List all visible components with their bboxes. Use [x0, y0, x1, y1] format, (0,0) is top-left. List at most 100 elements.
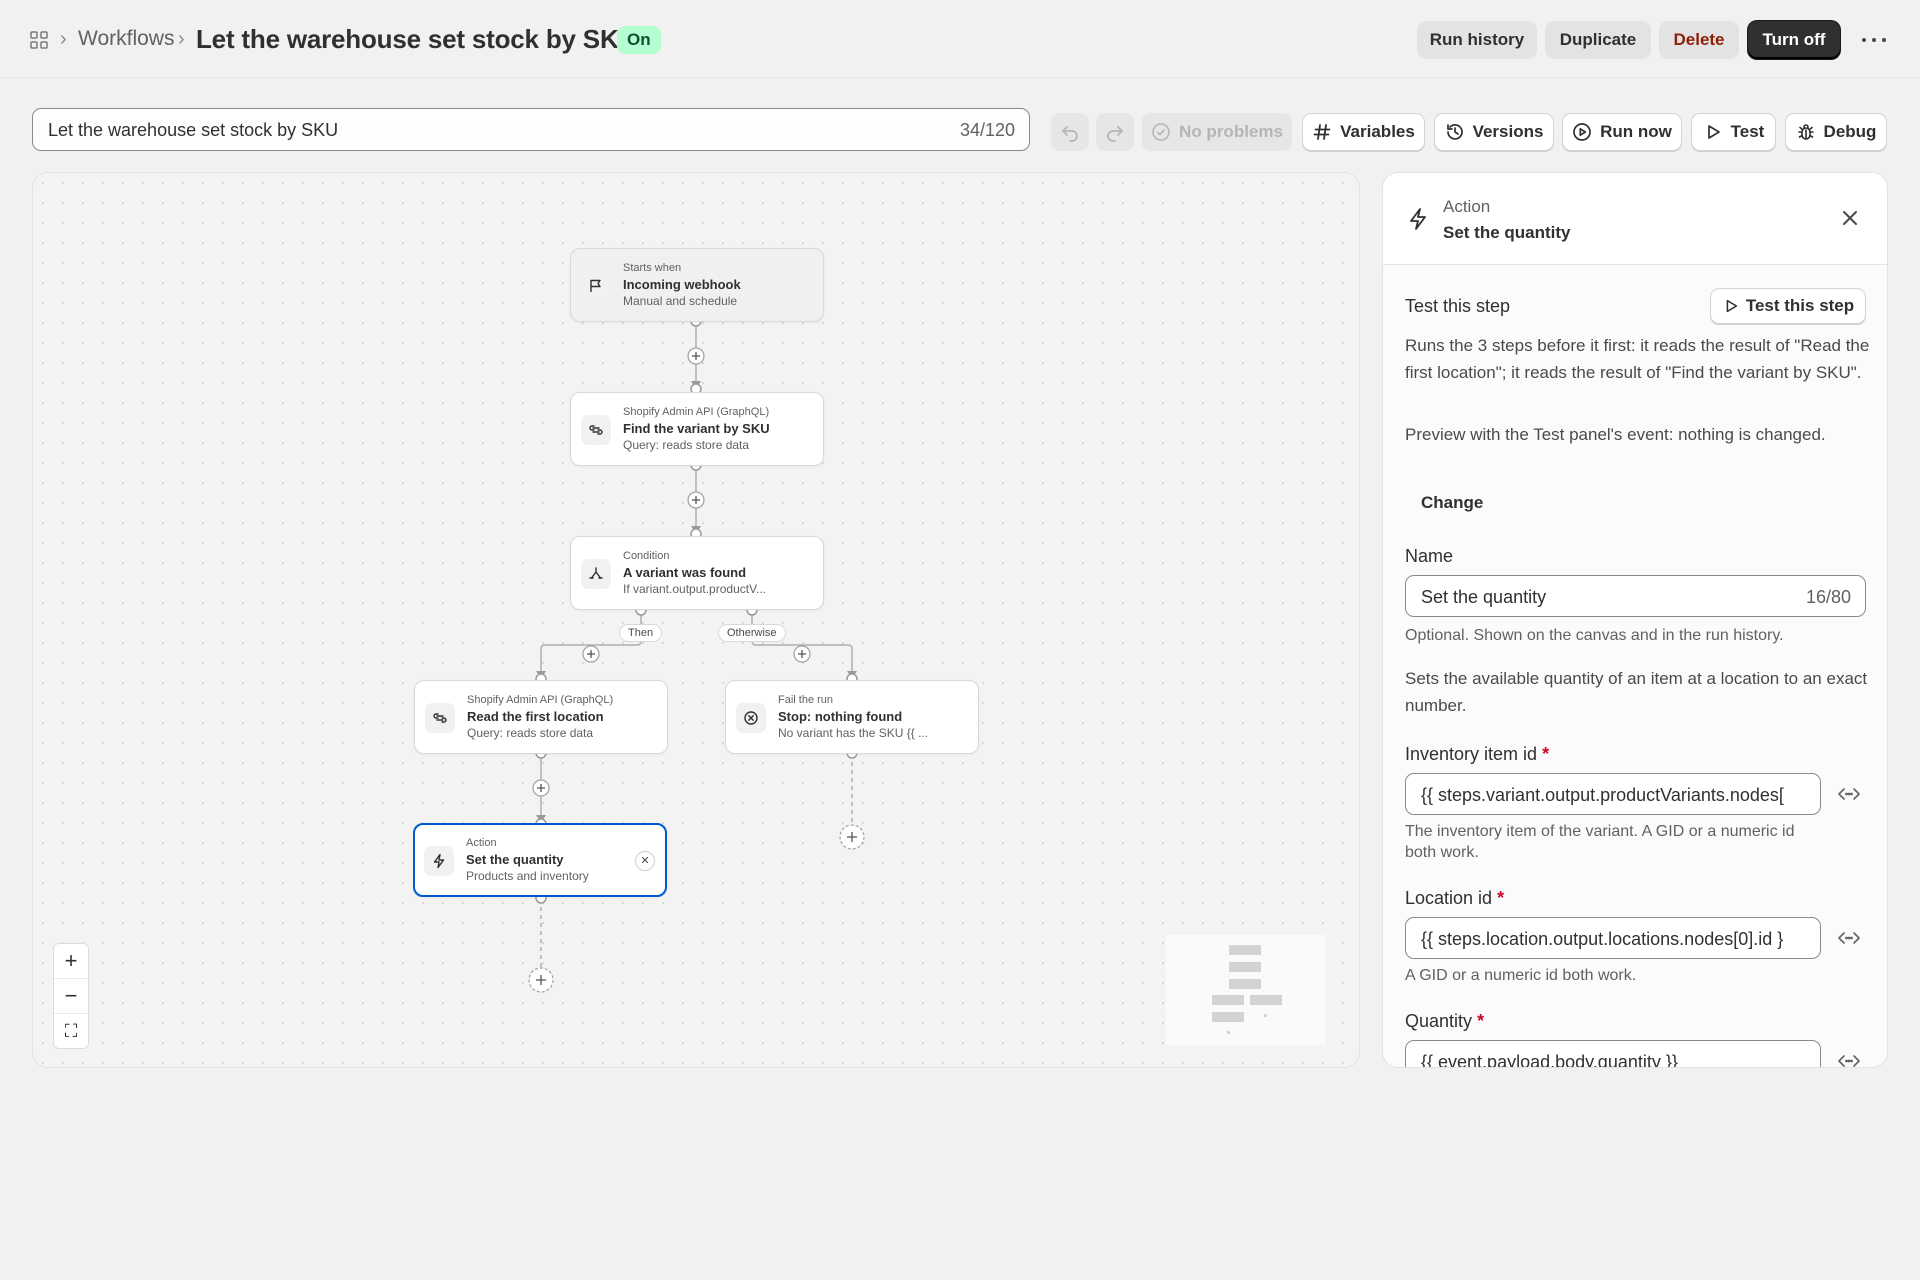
bolt-icon — [433, 853, 445, 869]
node-icon-box — [736, 703, 766, 733]
branch-icon — [589, 567, 603, 579]
panel-title: Set the quantity — [1443, 223, 1571, 242]
quantity-label: Quantity * — [1405, 1011, 1484, 1032]
location-value: {{ steps.location.output.locations.nodes… — [1421, 929, 1784, 949]
node-caption: Starts when — [623, 262, 682, 274]
x-circle-icon — [744, 711, 758, 725]
inventory-item-field[interactable]: {{ steps.variant.output.productVariants.… — [1405, 773, 1821, 815]
node-icon-box — [581, 415, 611, 445]
page-title: Let the warehouse set stock by SKU — [196, 24, 638, 54]
minimap-node — [1212, 1012, 1244, 1022]
location-help: A GID or a numeric id both work. — [1405, 967, 1637, 984]
breadcrumb-workflows[interactable]: Workflows — [78, 27, 174, 51]
name-field[interactable]: Set the quantity 16/80 — [1405, 575, 1866, 617]
zoom-out-button[interactable]: − — [54, 979, 88, 1014]
node-caption: Fail the run — [778, 694, 834, 706]
variable-icon[interactable] — [1837, 1051, 1861, 1068]
inventory-item-help: The inventory item of the variant. A GID… — [1405, 823, 1795, 861]
node-fail-run[interactable]: Fail the run Stop: nothing found No vari… — [725, 680, 979, 754]
node-find-variant[interactable]: Shopify Admin API (GraphQL) Find the var… — [570, 392, 824, 466]
close-icon[interactable] — [1839, 207, 1861, 229]
branch-label-then: Then — [619, 624, 663, 642]
step-config-panel: Action Set the quantity Test this step T… — [1382, 172, 1888, 1068]
minimap-node — [1264, 1014, 1267, 1017]
run-now-button[interactable]: Run now — [1562, 113, 1682, 151]
turn-off-button[interactable]: Turn off — [1748, 21, 1840, 59]
node-caption: Shopify Admin API (GraphQL) — [467, 694, 614, 706]
workflow-canvas[interactable]: Starts when Incoming webhook Manual and … — [32, 172, 1360, 1068]
test-button[interactable]: Test — [1691, 113, 1776, 151]
run-history-button[interactable]: Run history — [1417, 21, 1537, 59]
variable-icon[interactable] — [1837, 784, 1861, 804]
debug-button[interactable]: Debug — [1785, 113, 1887, 151]
node-trigger[interactable]: Starts when Incoming webhook Manual and … — [570, 248, 824, 322]
node-subtitle: Manual and schedule — [623, 294, 738, 308]
graphql-icon — [589, 425, 603, 435]
workflow-title-value: Let the warehouse set stock by SKU — [48, 120, 339, 140]
node-icon-box — [424, 846, 454, 876]
fit-view-button[interactable]: ⛶ — [54, 1014, 88, 1049]
minimap-node — [1212, 995, 1244, 1005]
versions-button[interactable]: Versions — [1434, 113, 1554, 151]
inventory-item-value: {{ steps.variant.output.productVariants.… — [1421, 785, 1784, 805]
test-this-step-button[interactable]: Test this step — [1710, 288, 1866, 324]
workflow-title-input[interactable]: Let the warehouse set stock by SKU 34/12… — [32, 108, 1030, 151]
status-badge: On — [617, 26, 661, 54]
test-step-description: Runs the 3 steps before it first: it rea… — [1405, 336, 1870, 382]
name-help: Optional. Shown on the canvas and in the… — [1405, 627, 1784, 644]
node-caption: Shopify Admin API (GraphQL) — [623, 406, 770, 418]
variable-icon[interactable] — [1837, 928, 1861, 948]
location-field[interactable]: {{ steps.location.output.locations.nodes… — [1405, 917, 1821, 959]
versions-label: Versions — [1472, 122, 1544, 141]
redo-icon — [1107, 126, 1123, 142]
delete-button[interactable]: Delete — [1659, 21, 1739, 59]
node-subtitle: If variant.output.productV... — [623, 582, 766, 596]
node-set-quantity[interactable]: Action Set the quantity Products and inv… — [413, 823, 667, 897]
history-icon — [1446, 124, 1463, 140]
preview-description: Preview with the Test panel's event: not… — [1405, 425, 1826, 444]
flag-icon — [590, 279, 601, 292]
minimap-node — [1229, 962, 1261, 972]
check-circle-icon — [1152, 123, 1170, 141]
play-circle-icon — [1573, 123, 1591, 141]
branch-label-otherwise: Otherwise — [718, 624, 786, 642]
play-icon — [1707, 125, 1720, 139]
node-title: Incoming webhook — [623, 277, 741, 292]
node-read-location[interactable]: Shopify Admin API (GraphQL) Read the fir… — [414, 680, 668, 754]
debug-label: Debug — [1823, 122, 1877, 141]
change-event-link[interactable]: Change — [1421, 493, 1483, 513]
name-field-count: 16/80 — [1805, 587, 1851, 607]
bolt-icon — [1410, 208, 1426, 230]
action-description: Sets the available quantity of an item a… — [1405, 669, 1868, 715]
graphql-icon — [433, 713, 447, 723]
apps-icon[interactable] — [30, 31, 48, 49]
undo-icon — [1062, 126, 1078, 142]
test-this-step-label: Test this step — [1745, 296, 1855, 315]
hash-icon — [1313, 124, 1331, 140]
node-icon-box — [425, 703, 455, 733]
name-label: Name — [1405, 546, 1454, 566]
quantity-field[interactable]: {{ event.payload.body.quantity }} — [1405, 1040, 1821, 1067]
inventory-item-label-text: Inventory item id — [1405, 744, 1538, 764]
minimap[interactable] — [1166, 935, 1326, 1045]
more-icon[interactable] — [1862, 31, 1886, 49]
page-header: › Workflows › Let the warehouse set stoc… — [0, 0, 1920, 78]
chevron-right-icon: › — [178, 28, 185, 50]
variables-label: Variables — [1340, 122, 1415, 141]
redo-button[interactable] — [1096, 113, 1134, 151]
node-title: Read the first location — [467, 709, 604, 724]
workflow-title-count: 34/120 — [959, 120, 1015, 140]
node-title: Set the quantity — [466, 852, 564, 867]
close-icon[interactable]: ✕ — [635, 851, 655, 871]
test-step-heading: Test this step — [1405, 296, 1511, 316]
duplicate-button[interactable]: Duplicate — [1545, 21, 1651, 59]
panel-header: Action Set the quantity — [1383, 173, 1887, 265]
zoom-in-button[interactable]: + — [54, 944, 88, 979]
node-condition[interactable]: Condition A variant was found If variant… — [570, 536, 824, 610]
undo-button[interactable] — [1051, 113, 1089, 151]
variables-button[interactable]: Variables — [1302, 113, 1425, 151]
node-caption: Condition — [623, 550, 670, 562]
required-mark: * — [1497, 888, 1505, 908]
node-caption: Action — [466, 837, 497, 849]
node-icon-box — [581, 559, 611, 589]
